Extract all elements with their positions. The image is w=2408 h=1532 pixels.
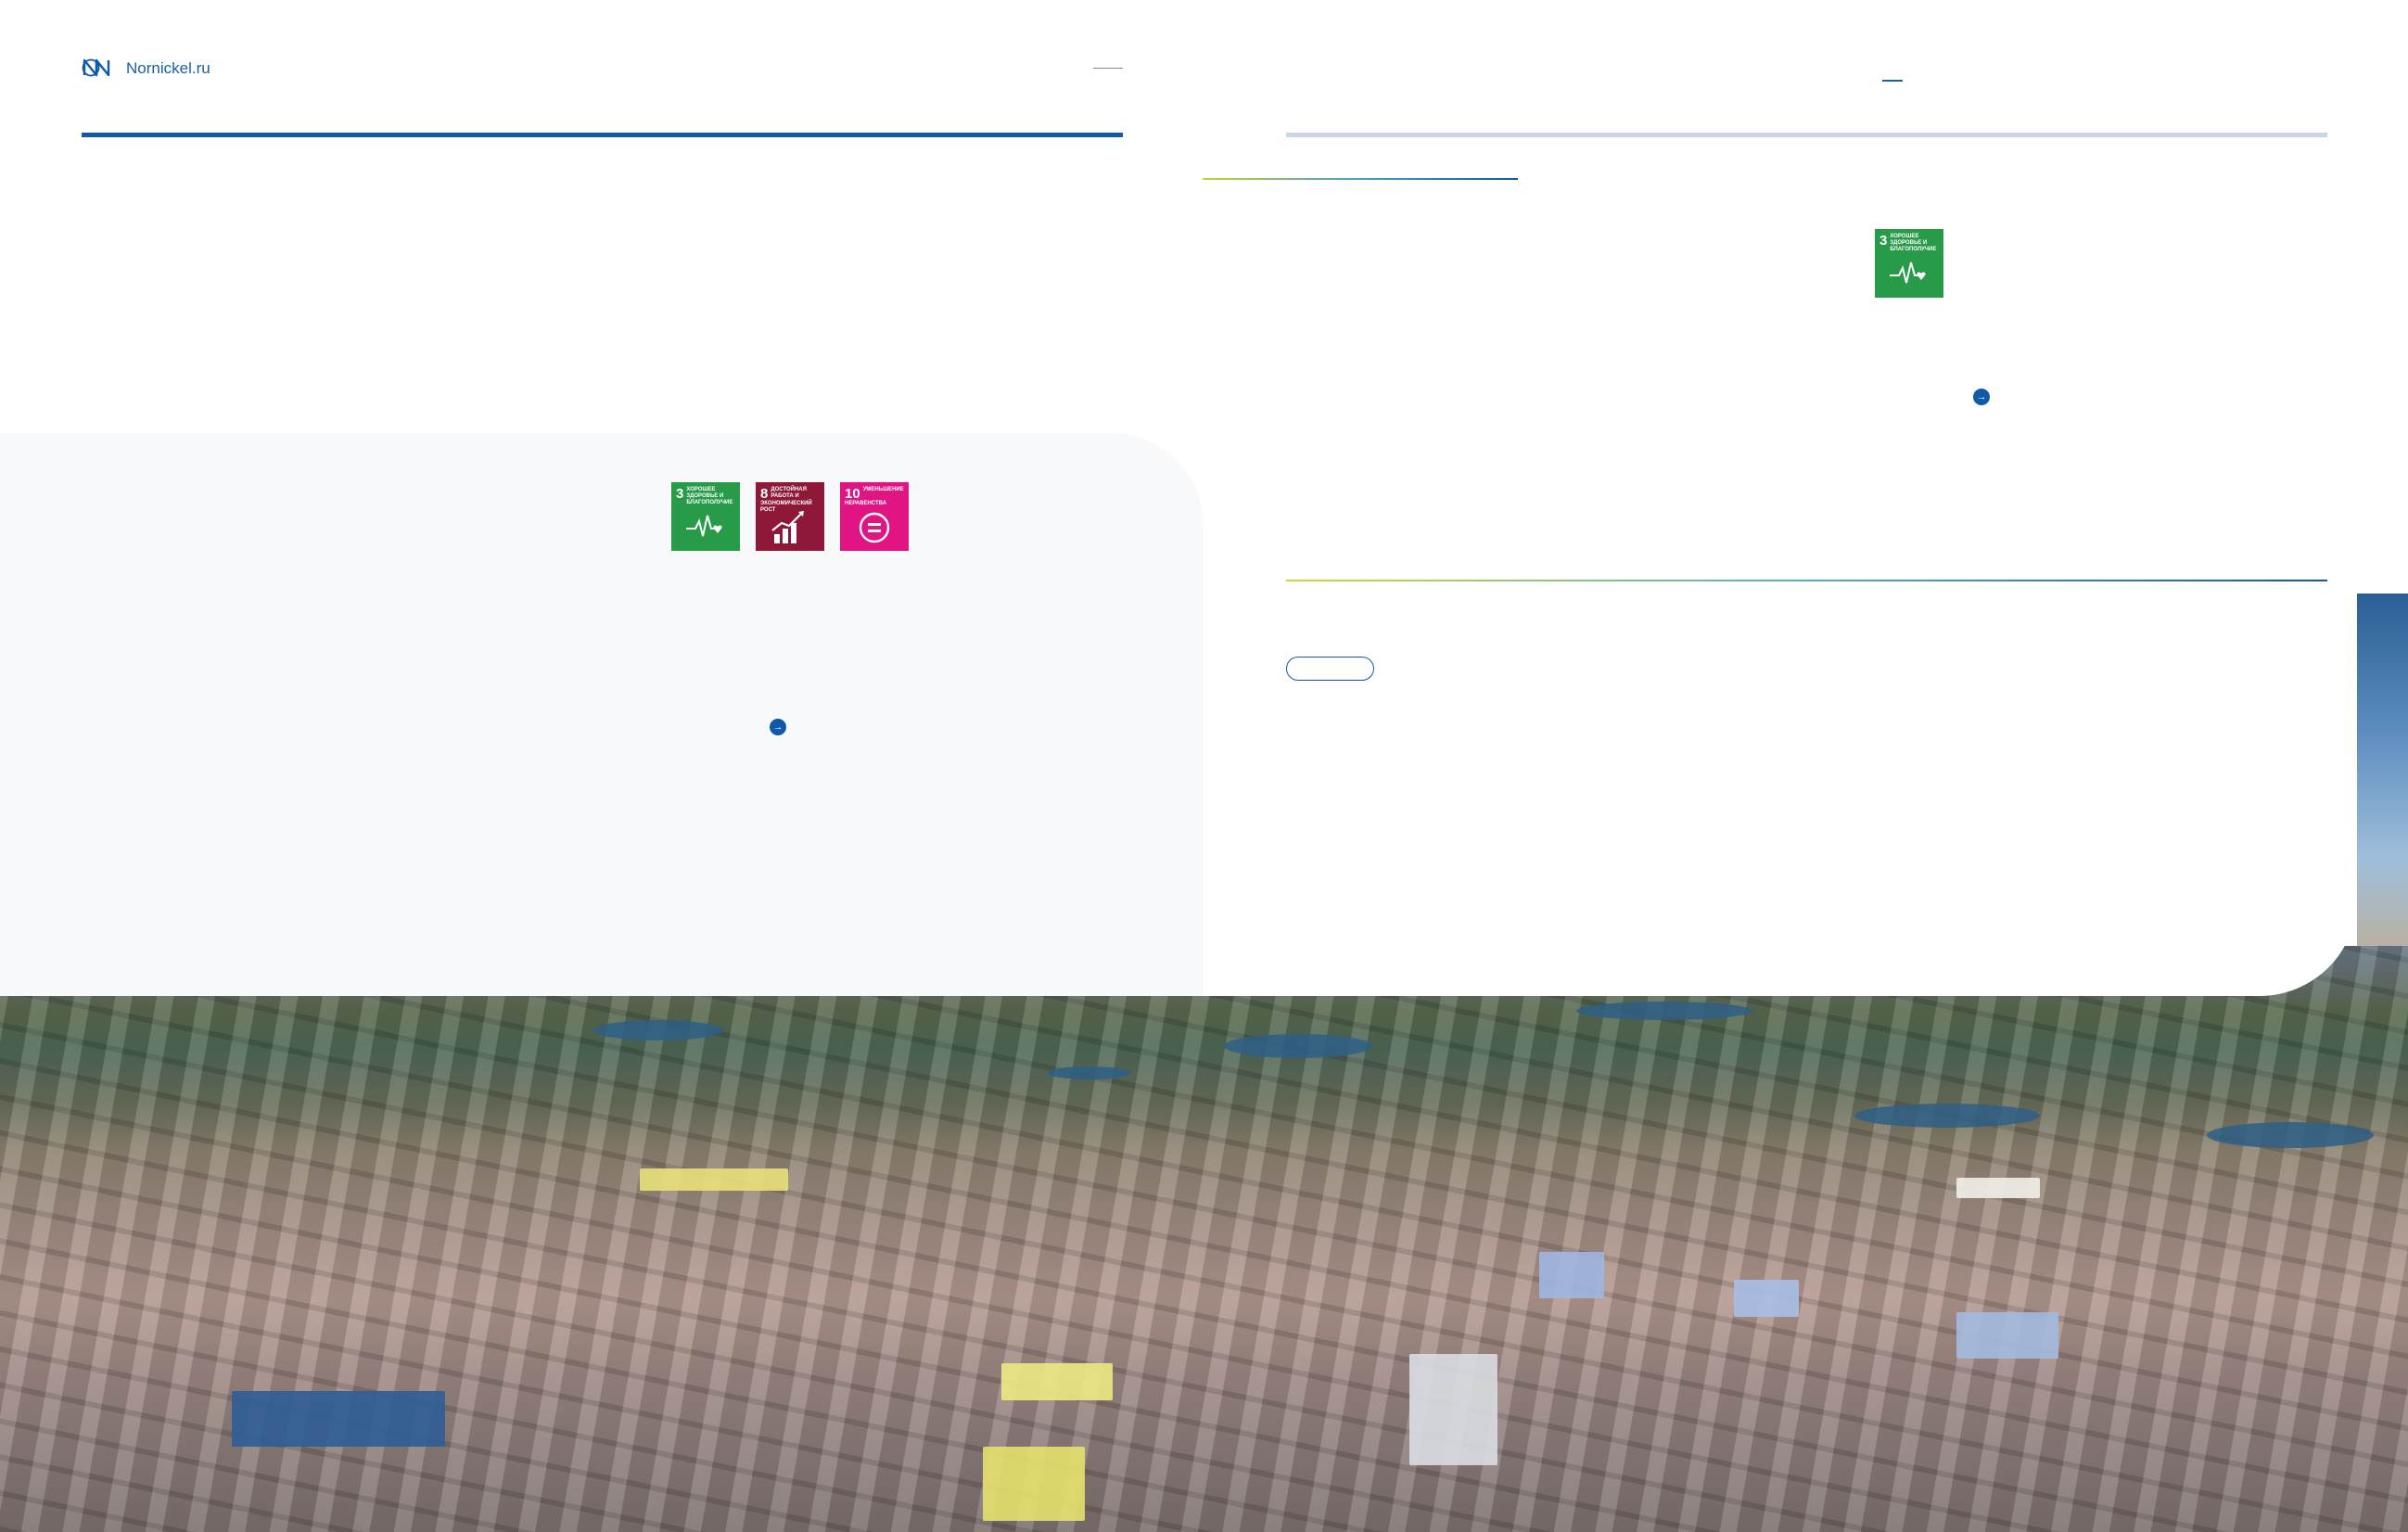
heartbeat-icon xyxy=(686,515,722,537)
sdg-number: 8 xyxy=(760,486,769,502)
sdg-label: ХОРОШЕЕ ЗДОРОВЬЕ И БЛАГОПОЛУЧИЕ xyxy=(686,487,733,505)
sdg-goal-10-tile: 10 УМЕНЬШЕНИЕ НЕРАВЕНСТВА xyxy=(840,482,909,551)
outline-pill-button[interactable] xyxy=(1286,657,1374,681)
sdg-number: 10 xyxy=(845,486,860,502)
heartbeat-icon xyxy=(1890,262,1926,284)
building-block xyxy=(1001,1363,1113,1400)
sdg-goal-3-tile: 3 ХОРОШЕЕ ЗДОРОВЬЕ И БЛАГОПОЛУЧИЕ xyxy=(671,482,740,551)
building-block xyxy=(1956,1312,2058,1359)
lake-shape xyxy=(2207,1122,2374,1148)
nav-dash-right[interactable] xyxy=(1882,80,1903,82)
building-block xyxy=(983,1447,1085,1521)
lake-shape xyxy=(593,1020,723,1040)
lake-shape xyxy=(1576,1002,1752,1020)
photo-edge-strip xyxy=(2357,594,2408,946)
aerial-city-photo xyxy=(0,946,2408,1532)
growth-chart-icon xyxy=(771,511,804,543)
nornickel-logo-icon[interactable] xyxy=(82,57,111,79)
sdg-goal-3-tile: 3 ХОРОШЕЕ ЗДОРОВЬЕ И БЛАГОПОЛУЧИЕ xyxy=(1875,229,1943,298)
more-arrow-button[interactable]: → xyxy=(770,719,786,735)
left-content-block xyxy=(0,433,1204,996)
gradient-divider-long xyxy=(1286,580,2327,581)
sdg-goal-8-tile: 8 ДОСТОЙНАЯ РАБОТА И ЭКОНОМИЧЕСКИЙ РОСТ xyxy=(756,482,824,551)
building-block xyxy=(1409,1354,1497,1465)
building-block xyxy=(1734,1280,1799,1317)
lake-shape xyxy=(1224,1034,1372,1058)
lake-shape xyxy=(1048,1066,1131,1079)
equality-icon xyxy=(859,512,890,543)
sdg-number: 3 xyxy=(676,486,684,502)
section-rule-active xyxy=(82,133,1123,137)
building-block xyxy=(232,1391,445,1447)
sdg-label: ХОРОШЕЕ ЗДОРОВЬЕ И БЛАГОПОЛУЧИЕ xyxy=(1890,234,1937,252)
building-block xyxy=(640,1168,788,1191)
lake-shape xyxy=(1854,1104,2040,1128)
site-link[interactable]: Nornickel.ru xyxy=(126,59,210,78)
gradient-divider-short xyxy=(1203,178,1518,180)
sdg-number: 3 xyxy=(1879,233,1888,249)
section-rule-inactive xyxy=(1286,133,2327,137)
building-block xyxy=(1956,1178,2040,1198)
more-arrow-button[interactable]: → xyxy=(1973,389,1990,405)
nav-dash-left[interactable] xyxy=(1093,68,1123,69)
building-block xyxy=(1539,1252,1604,1298)
